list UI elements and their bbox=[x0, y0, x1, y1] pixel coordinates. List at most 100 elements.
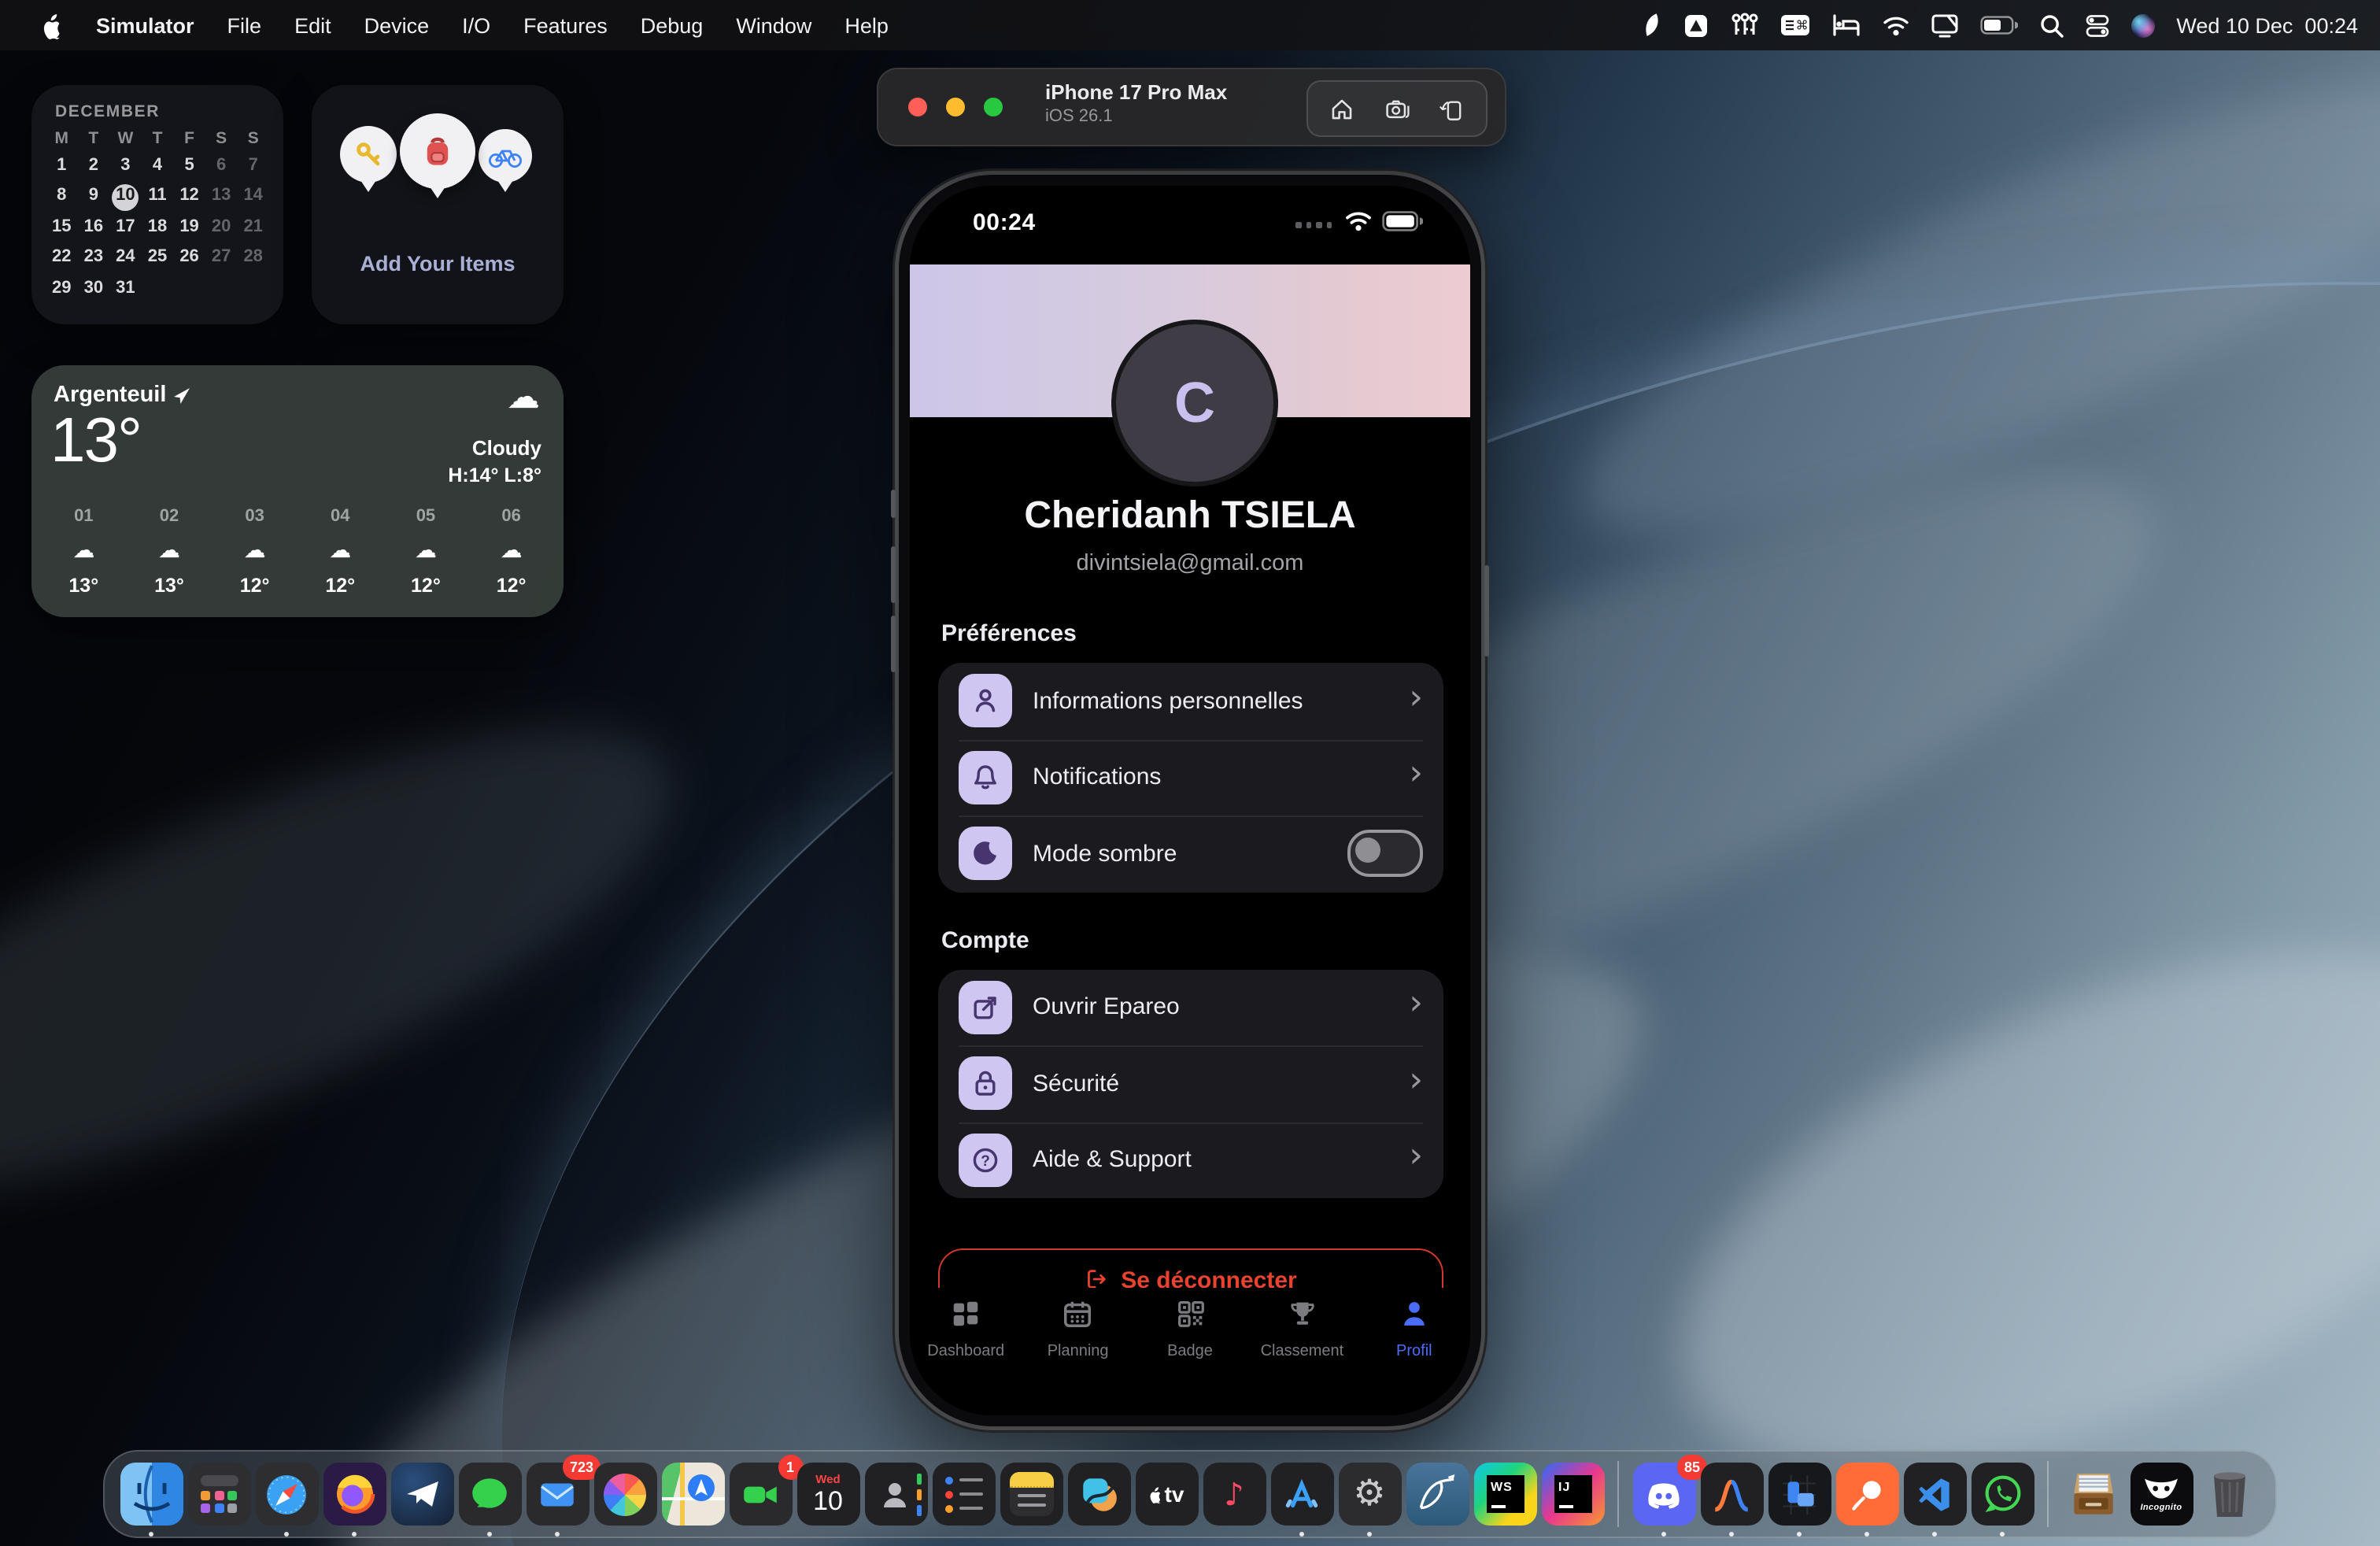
dock-file-cabinet[interactable] bbox=[2062, 1463, 2125, 1526]
tab-profil[interactable]: Profil bbox=[1358, 1297, 1470, 1415]
home-button[interactable] bbox=[1322, 88, 1363, 129]
minimize-button[interactable] bbox=[946, 98, 965, 117]
dock-incognito[interactable]: Incognito bbox=[2130, 1463, 2193, 1526]
dock-calendar[interactable]: Wed10 bbox=[796, 1463, 859, 1526]
dock-curve-app[interactable] bbox=[1700, 1463, 1763, 1526]
row-label: Notifications bbox=[1033, 764, 1409, 791]
find-my-widget[interactable]: Add Your Items bbox=[312, 85, 564, 324]
dock-divider bbox=[1617, 1461, 1619, 1527]
calendar-widget[interactable]: DECEMBER MTWTFSS 12345678910111213141516… bbox=[31, 85, 283, 324]
bed-app-icon[interactable] bbox=[1831, 11, 1860, 39]
desktop: Simulator File Edit Device I/O Features Debug W… bbox=[0, 0, 2380, 1546]
weather-widget[interactable]: Argenteuil 13° ☁ Cloudy H:14° L:8° 01☁13… bbox=[31, 365, 564, 617]
keys-app-icon[interactable] bbox=[1729, 11, 1757, 39]
dock-whatsapp[interactable] bbox=[1971, 1463, 2034, 1526]
dock-discord[interactable]: 85 bbox=[1632, 1463, 1695, 1526]
row-notifications[interactable]: Notifications› bbox=[938, 739, 1443, 816]
row-informations-personnelles[interactable]: Informations personnelles› bbox=[938, 663, 1443, 739]
running-indicator bbox=[1797, 1531, 1802, 1537]
dock-telegram[interactable] bbox=[390, 1463, 453, 1526]
triangle-app-icon[interactable] bbox=[1683, 11, 1707, 39]
dock-notes[interactable] bbox=[1000, 1463, 1062, 1526]
petal-app-icon[interactable] bbox=[1643, 11, 1661, 39]
dock-intellij-idea[interactable]: IJ bbox=[1541, 1463, 1604, 1526]
dock-messages[interactable] bbox=[458, 1463, 521, 1526]
mute-switch[interactable] bbox=[891, 490, 896, 518]
dock-postman[interactable] bbox=[1835, 1463, 1898, 1526]
dock-vscode[interactable] bbox=[1903, 1463, 1966, 1526]
spotlight-icon[interactable] bbox=[2039, 11, 2063, 39]
dock-firefox[interactable] bbox=[323, 1463, 386, 1526]
weekday-label: S bbox=[237, 126, 269, 151]
dock-reminders[interactable] bbox=[932, 1463, 995, 1526]
dock-mysql-workbench[interactable] bbox=[1406, 1463, 1469, 1526]
external-icon bbox=[959, 981, 1012, 1034]
zoom-button[interactable] bbox=[984, 98, 1003, 117]
apple-menu-icon[interactable] bbox=[41, 11, 63, 39]
hour-label: 03 bbox=[245, 507, 264, 526]
dock-mail[interactable]: 723 bbox=[526, 1463, 589, 1526]
keyboard-app-icon[interactable]: ⌘ bbox=[1779, 11, 1809, 39]
dock-freeform[interactable] bbox=[1067, 1463, 1130, 1526]
volume-up-button[interactable] bbox=[891, 546, 896, 603]
wifi-icon[interactable] bbox=[1882, 11, 1909, 39]
calendar-days: 1234567891011121314151617181920212223242… bbox=[46, 151, 269, 304]
dark-mode-toggle[interactable] bbox=[1347, 830, 1423, 878]
dock-contacts[interactable] bbox=[864, 1463, 927, 1526]
power-button[interactable] bbox=[1484, 565, 1489, 656]
close-button[interactable] bbox=[908, 98, 927, 117]
dock-photos[interactable] bbox=[593, 1463, 656, 1526]
simulator-window-titlebar[interactable]: iPhone 17 Pro Max iOS 26.1 bbox=[877, 68, 1506, 146]
menu-window[interactable]: Window bbox=[736, 13, 811, 37]
dock-facetime[interactable]: 1 bbox=[729, 1463, 792, 1526]
svg-text:?: ? bbox=[981, 1152, 990, 1169]
menu-file[interactable]: File bbox=[227, 13, 262, 37]
row-mode-sombre[interactable]: Mode sombre bbox=[938, 816, 1443, 892]
siri-icon[interactable] bbox=[2131, 11, 2154, 39]
svg-text:⌘: ⌘ bbox=[1795, 20, 1808, 33]
chevron-right-icon: › bbox=[1409, 1141, 1423, 1175]
dock-blocks-app[interactable] bbox=[1768, 1463, 1831, 1526]
tab-badge[interactable]: Badge bbox=[1134, 1297, 1246, 1415]
menu-edit[interactable]: Edit bbox=[294, 13, 331, 37]
menu-bar: Simulator File Edit Device I/O Features Debug W… bbox=[0, 0, 2380, 50]
menu-features[interactable]: Features bbox=[523, 13, 608, 37]
dock-maps[interactable] bbox=[661, 1463, 724, 1526]
battery-icon[interactable] bbox=[1979, 11, 2017, 39]
hour-temp: 13° bbox=[154, 575, 184, 597]
tab-classement[interactable]: Classement bbox=[1246, 1297, 1358, 1415]
dock-trash[interactable] bbox=[2197, 1463, 2260, 1526]
dock-safari[interactable] bbox=[255, 1463, 318, 1526]
dock-apple-tv[interactable]: tv bbox=[1135, 1463, 1198, 1526]
chevron-right-icon: › bbox=[1409, 682, 1423, 716]
menu-help[interactable]: Help bbox=[844, 13, 889, 37]
menu-bar-clock[interactable]: Wed 10 Dec 00:24 bbox=[2176, 13, 2358, 37]
weekday-label: F bbox=[173, 126, 205, 151]
menu-device[interactable]: Device bbox=[364, 13, 430, 37]
screen-mirroring-icon[interactable] bbox=[1931, 11, 1957, 39]
row-ouvrir-epareo[interactable]: Ouvrir Epareo› bbox=[938, 969, 1443, 1045]
menu-simulator[interactable]: Simulator bbox=[96, 13, 194, 37]
dock-app-store[interactable] bbox=[1270, 1463, 1333, 1526]
dock-launchpad[interactable] bbox=[187, 1463, 250, 1526]
row-s-curit[interactable]: Sécurité› bbox=[938, 1045, 1443, 1122]
dock-music[interactable]: ♪ bbox=[1203, 1463, 1266, 1526]
control-center-icon[interactable] bbox=[2085, 11, 2108, 39]
rotate-button[interactable] bbox=[1432, 88, 1473, 129]
menu-i-o[interactable]: I/O bbox=[462, 13, 490, 37]
chevron-right-icon: › bbox=[1409, 988, 1423, 1023]
volume-down-button[interactable] bbox=[891, 616, 896, 672]
dock-webstorm[interactable]: WS bbox=[1473, 1463, 1536, 1526]
row-aide-support[interactable]: ?Aide & Support› bbox=[938, 1122, 1443, 1198]
phone-status-bar: 00:24 bbox=[910, 208, 1470, 242]
tab-dashboard[interactable]: Dashboard bbox=[910, 1297, 1022, 1415]
menu-debug[interactable]: Debug bbox=[641, 13, 704, 37]
dock-finder[interactable] bbox=[120, 1463, 183, 1526]
settings-card: Ouvrir Epareo›Sécurité›?Aide & Support› bbox=[938, 969, 1443, 1198]
tab-planning[interactable]: Planning bbox=[1022, 1297, 1133, 1415]
status-bar-time: 00:24 bbox=[973, 209, 1036, 236]
cloud-icon: ☁ bbox=[158, 537, 180, 564]
screenshot-button[interactable] bbox=[1377, 88, 1417, 129]
calendar-day: 8 bbox=[46, 182, 78, 213]
dock-settings[interactable]: ⚙ bbox=[1338, 1463, 1401, 1526]
